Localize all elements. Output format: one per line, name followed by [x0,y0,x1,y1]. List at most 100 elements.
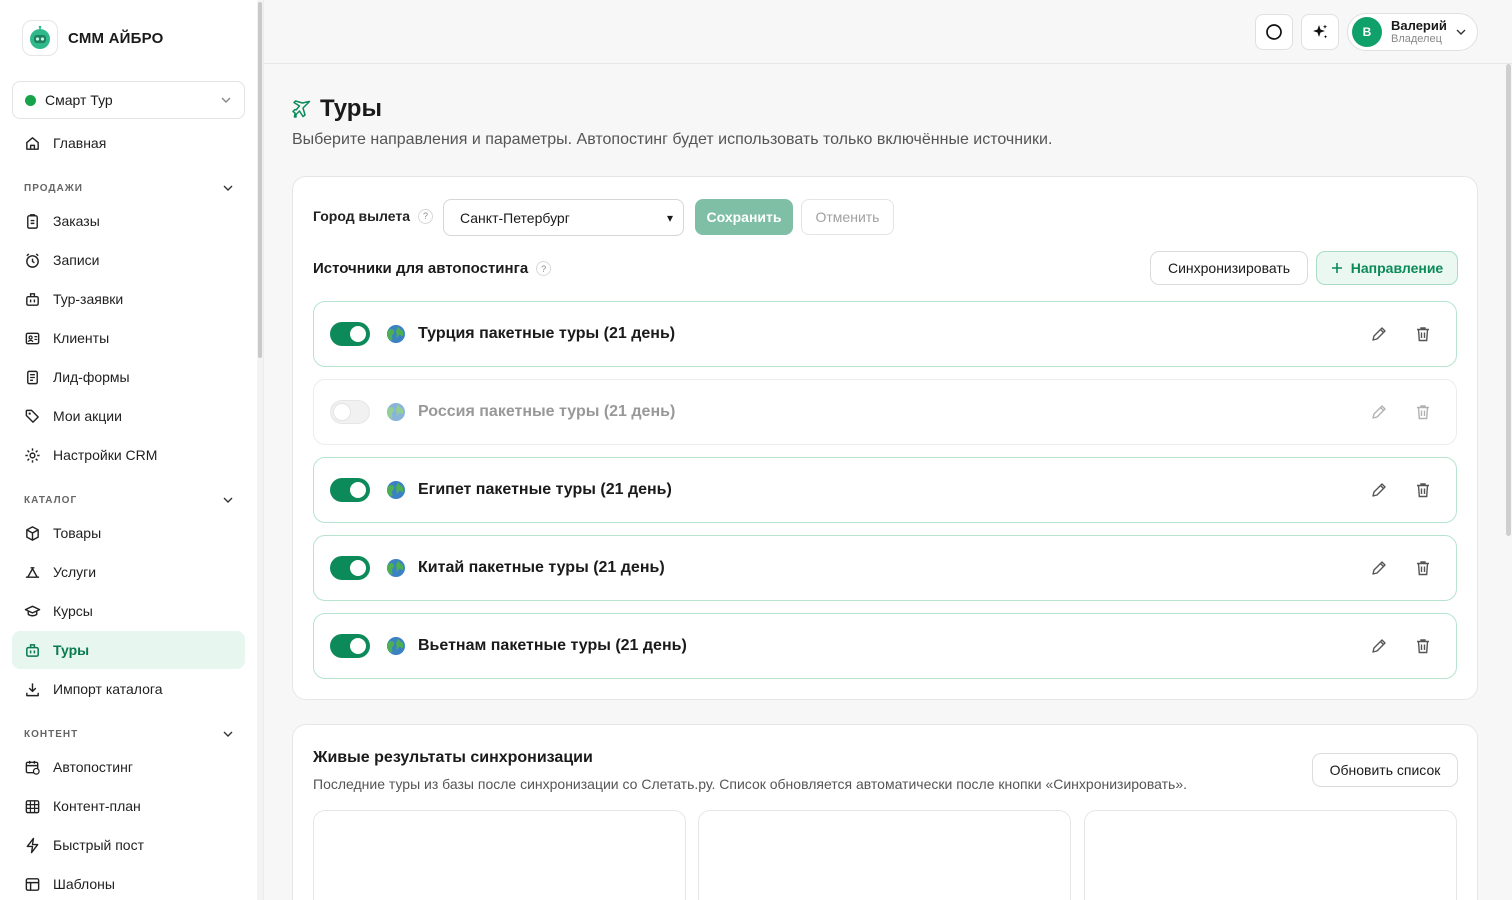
save-button[interactable]: Сохранить [695,199,793,235]
row-actions [1370,559,1432,577]
lightning-icon [26,837,39,853]
graduation-cap-icon [24,605,41,616]
luggage-icon [26,292,39,306]
user-name: Валерий [1391,17,1447,33]
pencil-icon[interactable] [1370,559,1388,577]
sidebar-item-products[interactable]: Товары [12,514,245,552]
source-row: Египет пакетные туры (21 день) [313,457,1457,523]
source-row: Россия пакетные туры (21 день) [313,379,1457,445]
source-toggle[interactable] [330,556,370,580]
tour-card[interactable] [698,810,1071,900]
plus-icon [1331,263,1342,273]
sources-header: Источники для автопостинга ? [313,260,552,277]
sidebar-item-templates[interactable]: Шаблоны [12,865,245,900]
sidebar-item-appointments[interactable]: Записи [12,241,245,279]
calendar-clock-icon [25,760,40,775]
page-scrollbar[interactable] [1506,64,1512,900]
sidebar-item-label: Шаблоны [53,876,115,892]
sidebar-item-label: Автопостинг [53,759,133,775]
sidebar-item-lead-forms[interactable]: Лид-формы [12,358,245,396]
sync-button[interactable]: Синхронизировать [1150,251,1308,285]
live-results-title: Живые результаты синхронизации [313,749,593,766]
source-label: Вьетнам пакетные туры (21 день) [418,637,687,654]
brand-name: СММ АЙБРО [68,29,164,47]
home-icon [26,136,39,150]
toggle-knob [350,482,366,498]
clipboard-icon [27,213,38,229]
row-actions [1370,325,1432,343]
pencil-icon[interactable] [1370,481,1388,499]
sidebar-item-clients[interactable]: Клиенты [12,319,245,357]
live-results-subtitle: Последние туры из базы после синхронизац… [313,776,1187,792]
trash-icon[interactable] [1414,637,1432,655]
section-header-sales[interactable]: ПРОДАЖИ [24,182,234,194]
tour-card[interactable] [313,810,686,900]
add-direction-button[interactable]: Направление [1316,251,1458,285]
refresh-list-button[interactable]: Обновить список [1312,753,1458,787]
chevron-down-icon [223,497,233,503]
source-toggle[interactable] [330,634,370,658]
workspace-name: Смарт Тур [45,92,113,108]
source-label: Турция пакетные туры (21 день) [418,325,676,342]
sidebar-item-tour-requests[interactable]: Тур-заявки [12,280,245,318]
sidebar-item-home[interactable]: Главная [12,124,245,162]
ai-assistant-button[interactable] [1301,14,1339,50]
status-button[interactable] [1255,14,1293,50]
trash-icon[interactable] [1414,481,1432,499]
row-actions [1370,481,1432,499]
sidebar-item-label: Настройки CRM [53,447,158,463]
brand[interactable]: СММ АЙБРО [22,20,163,56]
city-label-row: Город вылета ? [313,208,434,224]
globe-icon [387,481,405,499]
avatar: В [1352,17,1382,47]
source-toggle[interactable] [330,478,370,502]
pencil-icon[interactable] [1370,403,1388,421]
workspace-switcher[interactable]: Смарт Тур [12,81,245,119]
source-toggle[interactable] [330,322,370,346]
cancel-button[interactable]: Отменить [801,199,894,235]
user-info: Валерий Владелец [1391,17,1447,45]
globe-icon [387,637,405,655]
sidebar-item-content-plan[interactable]: Контент-план [12,787,245,825]
departure-city-select[interactable]: Санкт-Петербург ▾ [443,199,684,236]
sidebar-item-orders[interactable]: Заказы [12,202,245,240]
row-actions [1370,403,1432,421]
section-label: ПРОДАЖИ [24,182,83,194]
sidebar-item-autoposting[interactable]: Автопостинг [12,748,245,786]
trash-icon[interactable] [1414,403,1432,421]
sidebar-item-catalog-import[interactable]: Импорт каталога [12,670,245,708]
toggle-knob [334,404,350,420]
service-icon [25,566,40,578]
scrollbar-thumb[interactable] [258,2,262,358]
status-dot [25,94,36,106]
trash-icon[interactable] [1414,325,1432,343]
section-label: КОНТЕНТ [24,728,79,740]
sidebar-item-label: Заказы [53,213,100,229]
scrollbar-thumb[interactable] [1506,64,1511,536]
source-label: Китай пакетные туры (21 день) [418,559,665,576]
sidebar-item-courses[interactable]: Курсы [12,592,245,630]
section-header-content[interactable]: КОНТЕНТ [24,728,234,740]
tour-card[interactable] [1084,810,1457,900]
sidebar-item-quick-post[interactable]: Быстрый пост [12,826,245,864]
sidebar-item-tours[interactable]: Туры [12,631,245,669]
sidebar-scrollbar[interactable] [257,0,263,900]
chevron-down-icon [223,185,233,191]
trash-icon[interactable] [1414,559,1432,577]
help-icon[interactable]: ? [536,261,552,276]
source-toggle[interactable] [330,400,370,424]
pencil-icon[interactable] [1370,637,1388,655]
sidebar-item-label: Контент-план [53,798,141,814]
sidebar-item-crm-settings[interactable]: Настройки CRM [12,436,245,474]
form-icon [27,370,38,384]
source-row: Вьетнам пакетные туры (21 день) [313,613,1457,679]
sidebar-item-label: Импорт каталога [53,681,163,697]
globe-icon [387,403,405,421]
section-header-catalog[interactable]: КАТАЛОГ [24,494,234,506]
user-menu[interactable]: В Валерий Владелец [1347,13,1478,51]
sidebar-item-services[interactable]: Услуги [12,553,245,591]
help-icon[interactable]: ? [418,208,434,224]
sidebar-item-promotions[interactable]: Мои акции [12,397,245,435]
source-row: Китай пакетные туры (21 день) [313,535,1457,601]
pencil-icon[interactable] [1370,325,1388,343]
